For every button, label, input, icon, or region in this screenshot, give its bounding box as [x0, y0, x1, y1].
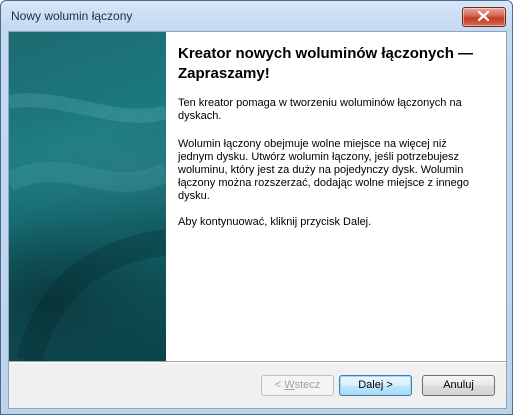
- continue-instruction: Aby kontynuować, kliknij przycisk Dalej.: [178, 216, 372, 228]
- back-button[interactable]: < Wstecz: [261, 375, 334, 396]
- intro-paragraph: Ten kreator pomaga w tworzeniu woluminów…: [178, 97, 462, 122]
- back-button-prefix: <: [274, 379, 285, 391]
- close-icon: [478, 11, 489, 21]
- wizard-window: Nowy wolumin łączony Kreator nowych wolu…: [0, 0, 513, 415]
- wizard-banner-image: [9, 32, 166, 361]
- cancel-button[interactable]: Anuluj: [422, 375, 495, 396]
- wizard-heading: Kreator nowych woluminów łączonych — Zap…: [178, 45, 474, 82]
- wizard-content: Kreator nowych woluminów łączonych — Zap…: [166, 32, 506, 361]
- close-button[interactable]: [462, 7, 506, 27]
- window-title: Nowy wolumin łączony: [11, 9, 133, 23]
- wizard-client-area: Kreator nowych woluminów łączonych — Zap…: [8, 31, 507, 409]
- title-bar[interactable]: Nowy wolumin łączony: [1, 1, 512, 31]
- back-button-mnemonic: W: [284, 379, 295, 391]
- back-button-rest: stecz: [294, 379, 321, 391]
- description-paragraph: Wolumin łączony obejmuje wolne miejsce n…: [178, 138, 470, 202]
- next-button[interactable]: Dalej >: [339, 375, 412, 396]
- wizard-footer: < Wstecz Dalej > Anuluj: [9, 363, 506, 408]
- banner-decoration: [9, 93, 166, 361]
